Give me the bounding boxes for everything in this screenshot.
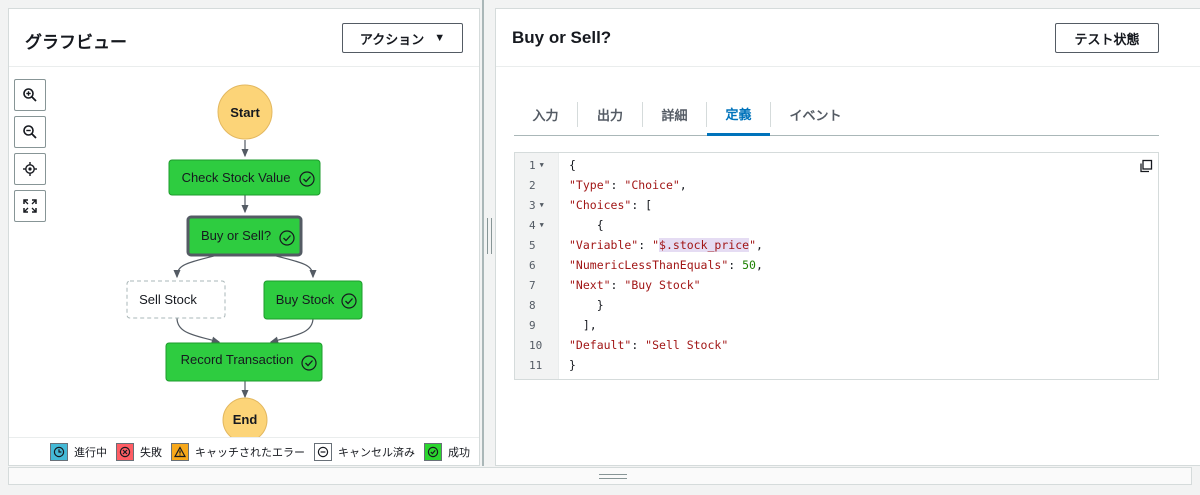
fold-arrow-icon[interactable]: ▼	[540, 161, 544, 169]
legend-cancelled: キャンセル済み	[314, 442, 415, 461]
legend-failed: 失敗	[116, 442, 162, 461]
legend-in-progress: 進行中	[50, 442, 107, 461]
legend-caught-error: キャッチされたエラー	[171, 442, 305, 461]
fold-arrow-icon[interactable]: ▼	[540, 221, 544, 229]
node-buy-label: Buy Stock	[276, 292, 335, 307]
line-number: 9	[529, 318, 536, 332]
fold-arrow-icon[interactable]: ▼	[540, 201, 544, 209]
definition-code-editor[interactable]: 1 ▼ 2 3 ▼ 4 ▼ 5 6 7 8 9 10 11 { "Type": "Ch…	[514, 152, 1159, 380]
line-number: 7	[529, 278, 536, 292]
code-line: "NumericLessThanEquals": 50,	[569, 258, 763, 272]
line-number-gutter: 1 ▼ 2 3 ▼ 4 ▼ 5 6 7 8 9 10 11	[515, 153, 559, 379]
code-line: {	[569, 158, 576, 172]
code-line: ],	[569, 318, 597, 332]
node-sell-label: Sell Stock	[139, 292, 197, 307]
tab-details[interactable]: 詳細	[643, 94, 706, 135]
graph-view-header: グラフビュー アクション ▼	[9, 9, 479, 67]
vertical-splitter[interactable]	[481, 0, 494, 466]
horizontal-splitter[interactable]	[8, 467, 1192, 485]
line-number: 11	[529, 358, 543, 372]
check-circle-icon	[424, 442, 442, 461]
node-record-transaction[interactable]: Record Transaction	[165, 342, 323, 382]
node-check-label: Check Stock Value	[182, 170, 291, 185]
edge-buy-record	[269, 317, 314, 344]
node-record-label: Record Transaction	[181, 352, 294, 367]
test-state-button[interactable]: テスト状態	[1055, 23, 1159, 53]
state-title: Buy or Sell?	[512, 28, 612, 47]
legend-label: 進行中	[74, 445, 107, 459]
state-machine-graph: Start Check Stock Value Buy or Sell? Sel…	[126, 84, 363, 437]
node-sell-stock[interactable]: Sell Stock	[126, 280, 226, 319]
line-number: 4 ▼	[529, 218, 544, 232]
legend-succeeded: 成功	[424, 442, 470, 461]
legend-label: キャッチされたエラー	[195, 445, 305, 459]
state-details-panel: Buy or Sell? テスト状態 入力 出力 詳細 定義 イベント 1 ▼ 2…	[495, 8, 1200, 466]
code-line: }	[569, 298, 604, 312]
tab-input[interactable]: 入力	[514, 94, 577, 135]
tab-events[interactable]: イベント	[771, 94, 860, 135]
graph-view-title: グラフビュー	[25, 33, 127, 52]
node-buy-or-sell[interactable]: Buy or Sell?	[186, 215, 303, 257]
legend-label: 成功	[448, 445, 470, 459]
legend-label: キャンセル済み	[338, 445, 415, 459]
line-number: 1 ▼	[529, 158, 544, 172]
action-button-label: アクション	[359, 31, 425, 47]
drag-handle-icon[interactable]	[599, 474, 627, 479]
node-end[interactable]: End	[222, 397, 268, 437]
splitter-line	[482, 0, 484, 466]
node-start[interactable]: Start	[217, 84, 273, 140]
detail-tabs: 入力 出力 詳細 定義 イベント	[514, 94, 1159, 136]
edge-sell-record	[176, 317, 221, 344]
node-start-label: Start	[230, 105, 260, 120]
graph-view-panel: グラフビュー アクション ▼ Start Check Stock Value B…	[8, 8, 480, 466]
clock-icon	[50, 442, 68, 461]
minus-circle-icon	[314, 442, 332, 461]
tab-output[interactable]: 出力	[578, 94, 642, 135]
status-legend: 進行中 失敗 キャッチされたエラー キャンセル済み 成功	[9, 437, 479, 465]
copy-icon[interactable]	[1139, 159, 1153, 173]
node-buy-stock[interactable]: Buy Stock	[263, 280, 363, 320]
tab-definition[interactable]: 定義	[707, 94, 770, 136]
x-circle-icon	[116, 442, 134, 461]
code-line: "Choices": [	[569, 198, 653, 212]
code-line: "Default": "Sell Stock"	[569, 338, 729, 352]
legend-label: 失敗	[140, 445, 162, 459]
line-number: 5	[529, 238, 536, 252]
line-number: 3 ▼	[529, 198, 544, 212]
code-line: }	[569, 358, 576, 372]
line-number: 2	[529, 178, 536, 192]
caret-down-icon: ▼	[434, 32, 446, 44]
line-number: 8	[529, 298, 536, 312]
code-line: "Type": "Choice",	[569, 178, 687, 192]
line-number: 10	[529, 338, 543, 352]
node-choice-label: Buy or Sell?	[201, 228, 271, 243]
line-number: 6	[529, 258, 536, 272]
drag-handle-icon[interactable]	[487, 218, 492, 254]
edge-choice-buy	[264, 252, 317, 279]
node-end-label: End	[233, 412, 258, 427]
node-check-stock-value[interactable]: Check Stock Value	[168, 159, 321, 196]
action-dropdown-button[interactable]: アクション ▼	[342, 23, 463, 53]
code-line: {	[569, 218, 604, 232]
code-line: "Variable": "$.stock_price",	[569, 238, 763, 252]
edge-choice-sell	[173, 252, 226, 279]
code-line: "Next": "Buy Stock"	[569, 278, 701, 292]
warning-icon	[171, 442, 189, 461]
state-details-header: Buy or Sell? テスト状態	[496, 9, 1200, 67]
